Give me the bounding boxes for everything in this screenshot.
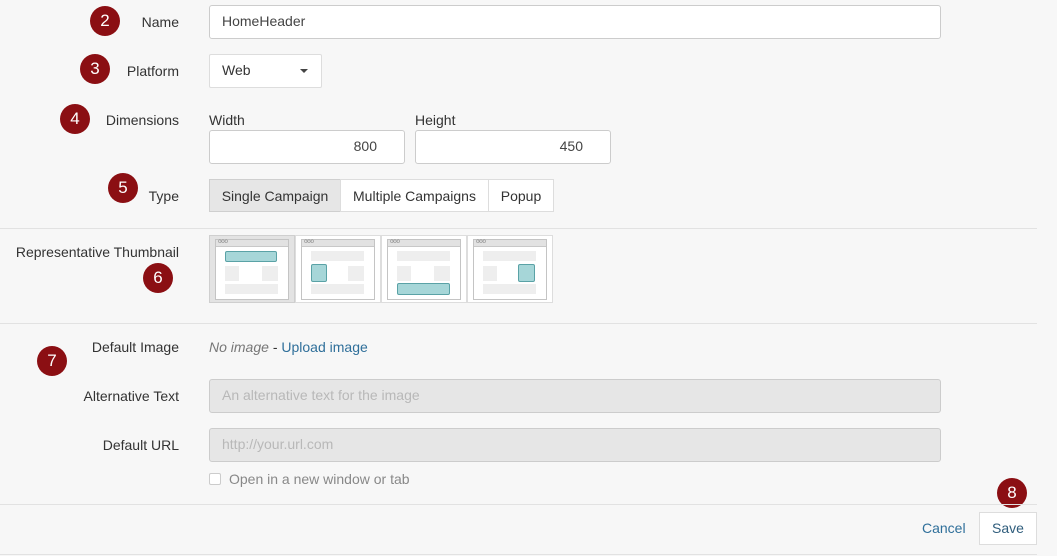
upload-image-link[interactable]: Upload image	[281, 339, 367, 355]
window-dots-icon: ooo	[304, 238, 314, 245]
height-label: Height	[415, 112, 456, 128]
separator: -	[272, 339, 278, 355]
step-badge-7: 7	[37, 346, 67, 376]
width-label: Width	[209, 112, 245, 128]
save-button[interactable]: Save	[979, 512, 1037, 545]
thumbnail-top-banner[interactable]: ooo	[209, 235, 295, 303]
platform-label: Platform	[126, 63, 179, 79]
thumbnail-right-box[interactable]: ooo	[467, 235, 553, 303]
width-input[interactable]: 800	[209, 130, 405, 164]
no-image-text: No image	[209, 339, 269, 355]
thumbnail-bottom-banner[interactable]: ooo	[381, 235, 467, 303]
type-label: Type	[148, 188, 179, 204]
step-badge-2: 2	[90, 6, 120, 36]
window-dots-icon: ooo	[476, 238, 486, 245]
alt-text-input[interactable]: An alternative text for the image	[209, 379, 941, 413]
window-dots-icon: ooo	[218, 238, 228, 245]
cancel-button[interactable]: Cancel	[922, 520, 966, 536]
window-dots-icon: ooo	[390, 238, 400, 245]
dimensions-label: Dimensions	[105, 112, 179, 128]
thumbnail-left-box[interactable]: ooo	[295, 235, 381, 303]
thumbnail-label: Representative Thumbnail	[15, 244, 179, 260]
type-option-popup[interactable]: Popup	[488, 179, 554, 212]
type-option-single-campaign[interactable]: Single Campaign	[209, 179, 341, 212]
divider	[0, 228, 1037, 229]
name-label: Name	[141, 14, 179, 30]
name-input[interactable]: HomeHeader	[209, 5, 941, 39]
default-url-label: Default URL	[102, 437, 179, 453]
divider	[0, 323, 1037, 324]
default-image-label: Default Image	[91, 339, 179, 355]
platform-select[interactable]: Web	[209, 54, 322, 88]
divider	[0, 504, 1037, 505]
step-badge-5: 5	[108, 173, 138, 203]
height-input[interactable]: 450	[415, 130, 611, 164]
divider	[0, 554, 1037, 555]
new-window-label: Open in a new window or tab	[229, 471, 410, 487]
step-badge-6: 6	[143, 263, 173, 293]
alt-text-label: Alternative Text	[83, 388, 179, 404]
default-image-status: No image - Upload image	[209, 339, 368, 355]
step-badge-3: 3	[80, 54, 110, 84]
type-option-multiple-campaigns[interactable]: Multiple Campaigns	[340, 179, 489, 212]
caret-down-icon	[300, 69, 308, 73]
default-url-input[interactable]: http://your.url.com	[209, 428, 941, 462]
step-badge-4: 4	[60, 104, 90, 134]
new-window-checkbox[interactable]	[209, 473, 221, 485]
platform-select-value: Web	[222, 62, 251, 78]
